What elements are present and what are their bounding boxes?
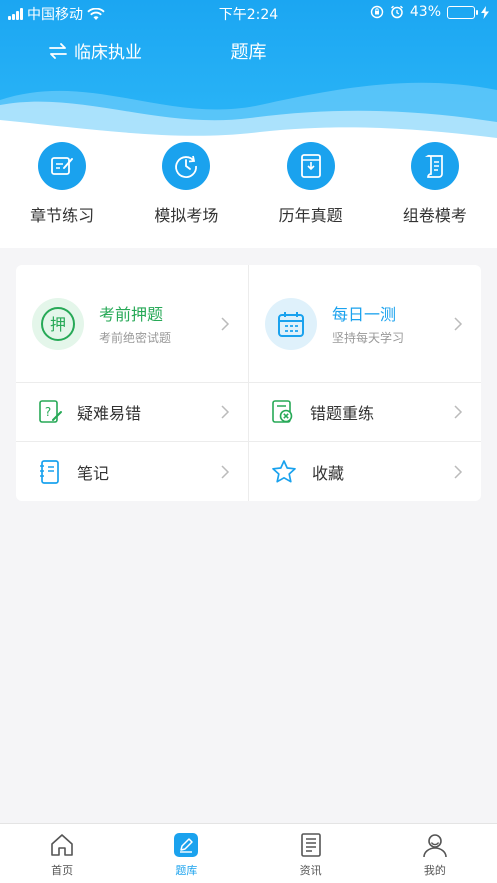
wrong-doc-icon — [272, 400, 293, 423]
chevron-right-icon — [221, 316, 230, 331]
tab-question-bank[interactable]: 题库 — [124, 824, 248, 883]
tab-label: 资讯 — [299, 864, 322, 877]
daily-title: 每日一测 — [332, 305, 397, 324]
charging-icon — [481, 5, 489, 19]
pre-exam-predict-button[interactable]: 押 考前押题 考前绝密试题 — [16, 265, 248, 382]
star-icon — [272, 459, 296, 483]
compose-exam-item[interactable]: 组卷模考 — [373, 140, 497, 248]
difficult-label: 疑难易错 — [77, 404, 142, 423]
tab-label: 首页 — [51, 864, 74, 877]
status-bar: 中国移动 下午2:24 43% — [0, 0, 497, 26]
home-icon — [51, 834, 73, 856]
predict-icon: 押 — [32, 297, 84, 350]
category-label: 模拟考场 — [154, 206, 219, 225]
page-title: 题库 — [230, 42, 267, 63]
feature-card: 押 考前押题 考前绝密试题 每日一测 坚持每天学习 ? 疑难易错 错题重练 笔记… — [16, 265, 481, 501]
tab-bar: 首页 题库 资讯 我的 — [0, 823, 497, 883]
rotation-lock-icon — [370, 5, 384, 19]
document-bag-icon — [286, 142, 335, 190]
scroll-icon — [410, 142, 459, 190]
nav-bar: 临床执业 题库 — [0, 36, 497, 66]
wrong-label: 错题重练 — [310, 404, 375, 423]
chevron-right-icon — [454, 316, 463, 331]
tab-home[interactable]: 首页 — [0, 824, 124, 883]
question-doc-icon: ? — [39, 400, 62, 423]
alarm-icon — [390, 5, 403, 19]
favorites-button[interactable]: 收藏 — [248, 442, 481, 501]
chapter-practice-item[interactable]: 章节练习 — [0, 140, 124, 248]
battery-percent: 43% — [409, 4, 441, 20]
chevron-right-icon — [221, 405, 230, 419]
svg-text:?: ? — [45, 405, 51, 419]
battery-icon — [447, 5, 478, 19]
clock-refresh-icon — [162, 142, 211, 190]
user-icon — [423, 834, 447, 858]
svg-text:押: 押 — [50, 315, 66, 334]
wave-decoration — [0, 82, 497, 140]
category-label: 历年真题 — [278, 206, 343, 225]
favorites-label: 收藏 — [312, 463, 345, 483]
tab-label: 题库 — [175, 864, 198, 877]
chevron-right-icon — [221, 464, 230, 479]
header-banner: 中国移动 下午2:24 43% 临床执业 题库 — [0, 0, 497, 140]
wrong-questions-button[interactable]: 错题重练 — [248, 383, 481, 441]
chevron-right-icon — [454, 464, 463, 479]
category-label: 章节练习 — [30, 206, 95, 225]
predict-title: 考前押题 — [99, 305, 164, 324]
predict-subtitle: 考前绝密试题 — [99, 331, 172, 345]
pencil-square-icon — [174, 833, 199, 857]
tab-news[interactable]: 资讯 — [249, 824, 373, 883]
past-papers-item[interactable]: 历年真题 — [249, 140, 373, 248]
newspaper-icon — [300, 833, 321, 857]
tab-profile[interactable]: 我的 — [373, 824, 497, 883]
daily-subtitle: 坚持每天学习 — [332, 331, 405, 345]
category-label: 组卷模考 — [402, 206, 467, 225]
notes-label: 笔记 — [77, 463, 110, 483]
notes-button[interactable]: 笔记 — [16, 442, 248, 501]
notebook-icon — [40, 459, 59, 484]
category-bar: 章节练习 模拟考场 历年真题 组卷模考 — [0, 140, 497, 248]
daily-test-button[interactable]: 每日一测 坚持每天学习 — [248, 265, 481, 382]
calendar-icon — [265, 297, 317, 350]
edit-square-icon — [38, 142, 87, 190]
chevron-right-icon — [454, 405, 463, 419]
mock-exam-item[interactable]: 模拟考场 — [124, 140, 248, 248]
difficult-questions-button[interactable]: ? 疑难易错 — [16, 383, 248, 441]
tab-label: 我的 — [423, 864, 446, 877]
